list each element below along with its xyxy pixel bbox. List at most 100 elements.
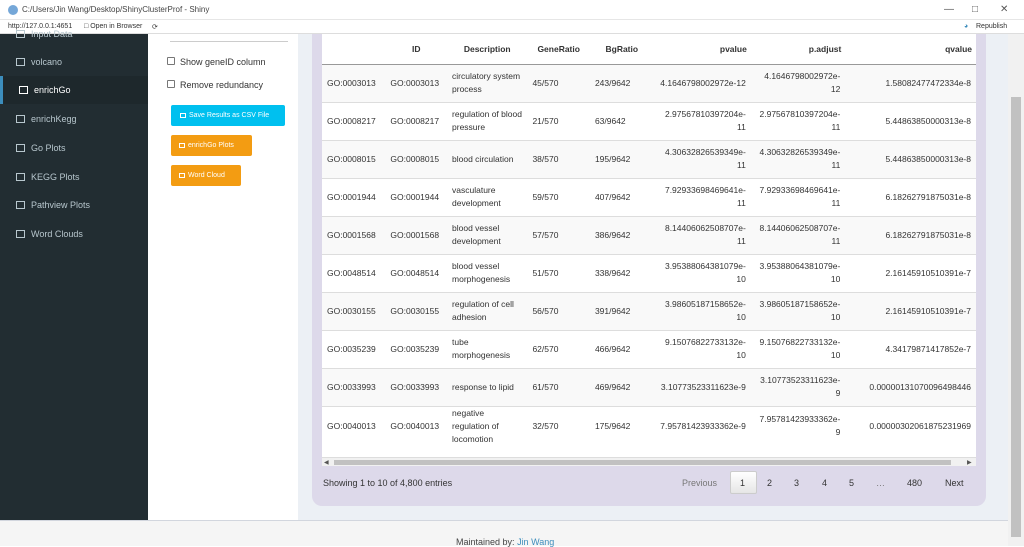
bar-chart-icon [179,143,185,148]
minimize-icon[interactable]: — [944,4,954,15]
save-csv-button[interactable]: Save Results as CSV File [171,105,285,126]
scrollbar-thumb[interactable] [334,460,951,465]
cell-generatio: 62/570 [527,329,590,368]
cell-id: GO:0001568 [385,215,448,254]
cell-bgratio: 338/9642 [589,253,654,292]
table-row[interactable]: GO:0001944 GO:0001944 vasculature developm… [322,177,976,216]
sidebar-item-volcano[interactable]: volcano [0,48,148,76]
republish-button[interactable]: Republish [976,23,1007,30]
table-horizontal-scrollbar[interactable]: ◀ ▶ [322,457,976,466]
r-app-icon [8,5,18,15]
table-row[interactable]: GO:0040013 GO:0040013 negative regulation … [322,405,976,446]
table-row[interactable]: GO:0008015 GO:0008015 blood circulation 38/… [322,139,976,178]
cell-id: GO:0030155 [385,291,448,330]
header-pvalue[interactable]: pvalue [653,34,751,65]
table-row[interactable]: GO:0003013 GO:0003013 circulatory system p… [322,63,976,102]
results-table: ID Description GeneRatio BgRatio pvalue … [322,34,976,446]
cell-generatio: 57/570 [527,215,590,254]
window-titlebar: C:/Users/Jin Wang/Desktop/ShinyClusterPr… [0,0,1024,20]
cell-qvalue: 6.18262791875031e-8 [845,177,976,216]
cell-padjust: 3.95388064381079e-10 [750,253,846,292]
table-row[interactable]: GO:0030155 GO:0030155 regulation of cell a… [322,291,976,330]
page-button-1[interactable]: 1 [740,478,745,488]
scroll-right-icon[interactable]: ▶ [967,459,972,466]
header-id[interactable]: ID [385,34,448,65]
previous-button[interactable]: Previous [682,478,717,488]
cell-id: GO:0040013 [385,405,448,446]
refresh-icon[interactable]: ⟳ [152,23,158,31]
table-row[interactable]: GO:0033993 GO:0033993 response to lipid 61/… [322,367,976,406]
header-bgratio[interactable]: BgRatio [589,34,654,65]
cell-id: GO:0008217 [385,101,448,140]
header-generatio[interactable]: GeneRatio [527,34,590,65]
sidebar-item-enrichgo[interactable]: enrichGo [0,76,148,104]
cell-rowname: GO:0001944 [322,177,386,216]
cell-pvalue: 4.1646798002972e-12 [653,63,751,102]
page-button-4[interactable]: 4 [822,478,827,488]
divider [170,41,288,42]
cell-padjust: 3.10773523311623e-9 [750,367,846,406]
cell-qvalue: 1.58082477472334e-8 [845,63,976,102]
sidebar-item-go-plots[interactable]: Go Plots [0,134,148,162]
maximize-icon[interactable]: □ [972,4,978,15]
table-row[interactable]: GO:0008217 GO:0008217 regulation of blood … [322,101,976,140]
cell-description: tube morphogenesis [447,329,528,368]
sidebar-item-input-data[interactable]: Input Data [0,20,148,48]
sidebar-item-label: enrichKegg [31,114,77,124]
cell-description: blood vessel morphogenesis [447,253,528,292]
header-qvalue[interactable]: qvalue [845,34,976,65]
header-description[interactable]: Description [447,34,528,65]
cell-generatio: 51/570 [527,253,590,292]
page-button-2[interactable]: 2 [767,478,772,488]
cell-description: regulation of blood pressure [447,101,528,140]
remove-redundancy-label: Remove redundancy [180,80,264,90]
sidebar-item-word-clouds[interactable]: Word Clouds [0,220,148,248]
download-icon [180,113,186,118]
page-button-3[interactable]: 3 [794,478,799,488]
header-rowname[interactable] [322,34,386,65]
cell-padjust: 4.30632826539349e-11 [750,139,846,178]
table-row[interactable]: GO:0001568 GO:0001568 blood vessel develop… [322,215,976,254]
cell-id: GO:0008015 [385,139,448,178]
viewer-toolbar: http://127.0.0.1:4651 □ Open in Browser … [0,20,1024,34]
next-button[interactable]: Next [945,478,964,488]
cell-generatio: 38/570 [527,139,590,178]
republish-icon[interactable]: ◕ [964,23,968,30]
scroll-left-icon[interactable]: ◀ [324,459,329,466]
cell-padjust: 2.97567810397204e-11 [750,101,846,140]
page-scrollbar-thumb[interactable] [1011,97,1021,537]
table-row[interactable]: GO:0048514 GO:0048514 blood vessel morphog… [322,253,976,292]
results-table-container: ID Description GeneRatio BgRatio pvalue … [322,34,976,466]
cell-bgratio: 391/9642 [589,291,654,330]
page-vertical-scrollbar[interactable] [1008,34,1024,546]
sidebar-item-label: volcano [31,57,63,67]
enrichgo-plots-button[interactable]: enrichGo Plots [171,135,252,156]
show-geneid-checkbox[interactable] [167,57,175,65]
sidebar-item-label: enrichGo [34,85,71,95]
page-button-480[interactable]: 480 [907,478,922,488]
cell-description: circulatory system process [447,63,528,102]
enrichgo-plots-label: enrichGo Plots [188,142,234,149]
sidebar-item-enrichkegg[interactable]: enrichKegg [0,105,148,133]
close-icon[interactable]: ✕ [1000,4,1008,15]
table-row[interactable]: GO:0035239 GO:0035239 tube morphogenesis 62… [322,329,976,368]
remove-redundancy-checkbox[interactable] [167,80,175,88]
sidebar-item-kegg-plots[interactable]: KEGG Plots [0,163,148,191]
cell-bgratio: 63/9642 [589,101,654,140]
cell-rowname: GO:0008217 [322,101,386,140]
bar-chart-icon [16,58,25,66]
cell-rowname: GO:0008015 [322,139,386,178]
bar-chart-icon [16,201,25,209]
page-button-5[interactable]: 5 [849,478,854,488]
word-cloud-button[interactable]: Word Cloud [171,165,241,186]
header-padjust[interactable]: p.adjust [750,34,846,65]
cell-description: response to lipid [447,367,528,406]
sidebar-item-label: Go Plots [31,143,66,153]
cell-qvalue: 6.18262791875031e-8 [845,215,976,254]
cell-rowname: GO:0033993 [322,367,386,406]
cell-rowname: GO:0001568 [322,215,386,254]
cell-description: blood circulation [447,139,528,178]
sidebar-item-pathview-plots[interactable]: Pathview Plots [0,191,148,219]
cell-generatio: 56/570 [527,291,590,330]
cell-rowname: GO:0035239 [322,329,386,368]
